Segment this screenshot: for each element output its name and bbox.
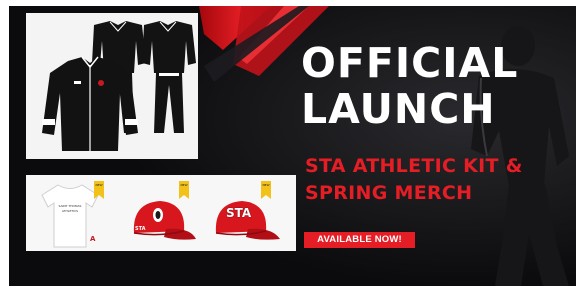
launch-banner: A SAINT THOMAS ATHLETICS STA STA NEW NEW… <box>9 6 576 286</box>
headline: OFFICIAL LAUNCH <box>301 40 571 132</box>
available-now-button[interactable]: AVAILABLE NOW! <box>304 232 415 248</box>
new-badge: NEW <box>261 181 271 199</box>
svg-text:A: A <box>90 235 96 243</box>
subheadline-line2: SPRING MERCH <box>305 182 473 204</box>
merch-product-panel: A SAINT THOMAS ATHLETICS STA STA NEW NEW… <box>26 175 296 251</box>
tee-print-line1: SAINT THOMAS <box>58 204 82 208</box>
cap-icon <box>133 201 196 240</box>
subheadline: STA ATHLETIC KIT & SPRING MERCH <box>305 153 575 207</box>
tshirt-icon: A <box>41 184 99 248</box>
headline-line2: LAUNCH <box>301 85 496 133</box>
cap-icon <box>215 201 280 240</box>
tee-print-line2: ATHLETICS <box>61 209 79 213</box>
jacket-icon <box>42 56 138 151</box>
new-badge: NEW <box>94 181 104 199</box>
cap-left-text: STA <box>135 226 146 232</box>
kit-product-panel <box>26 13 198 159</box>
headline-line1: OFFICIAL <box>301 39 519 87</box>
cap-right-text: STA <box>226 206 252 220</box>
subheadline-line1: STA ATHLETIC KIT & <box>305 155 523 177</box>
new-badge: NEW <box>179 181 189 199</box>
